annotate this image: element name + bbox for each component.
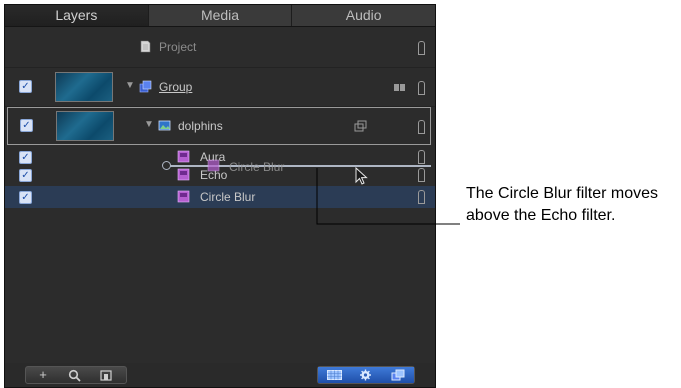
annotation-line-2: above the Echo filter.: [466, 207, 616, 224]
annotation-text: The Circle Blur filter moves above the E…: [466, 183, 658, 227]
annotation-line-1: The Circle Blur filter moves: [466, 185, 659, 202]
